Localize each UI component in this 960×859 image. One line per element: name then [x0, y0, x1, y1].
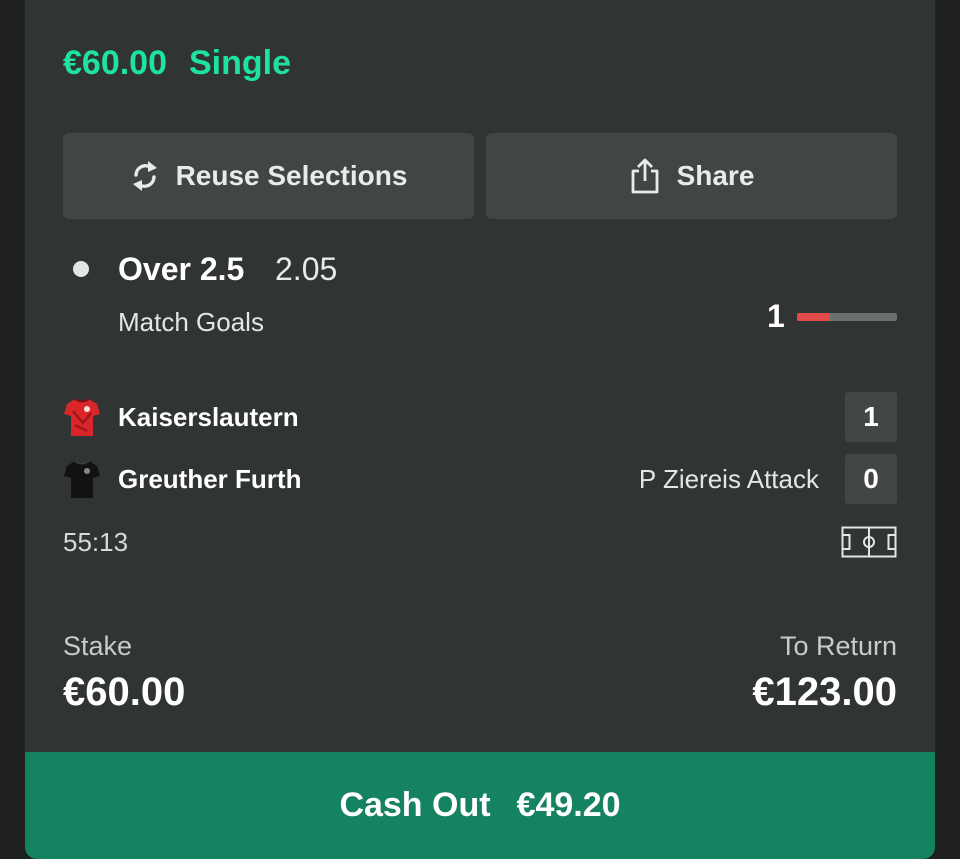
goals-progress-bar [797, 313, 897, 321]
stake-value: €60.00 [63, 670, 186, 714]
home-team-name: Kaiserslautern [118, 401, 299, 432]
away-team-row: Greuther Furth P Ziereis Attack 0 [63, 454, 897, 504]
refresh-icon [132, 161, 157, 191]
cash-out-value: €49.20 [516, 786, 621, 824]
bet-card: €60.00 Single Reuse Selections Share Ove… [25, 0, 935, 859]
bet-header: €60.00 Single [63, 44, 291, 83]
goals-count: 1 [767, 298, 785, 334]
match-clock: 55:13 [63, 527, 129, 557]
share-label: Share [676, 160, 755, 191]
home-score: 1 [845, 392, 897, 442]
to-return-label: To Return [779, 631, 897, 661]
away-team-event: P Ziereis Attack [638, 463, 819, 494]
away-team-name: Greuther Furth [118, 463, 302, 494]
to-return-value: €123.00 [752, 670, 897, 714]
reuse-selections-button[interactable]: Reuse Selections [63, 133, 474, 219]
selection-status-dot [73, 261, 89, 277]
selection-odds: 2.05 [275, 251, 338, 287]
bet-stake-header: €60.00 [63, 44, 167, 82]
reuse-selections-label: Reuse Selections [175, 160, 408, 191]
stake-label: Stake [63, 631, 133, 661]
selection-name: Over 2.5 [118, 251, 245, 287]
selection-market: Match Goals [118, 307, 264, 337]
cash-out-button[interactable]: Cash Out €49.20 [25, 752, 935, 859]
share-button[interactable]: Share [486, 133, 897, 219]
cash-out-label: Cash Out [339, 786, 491, 824]
goals-progress-fill [797, 313, 830, 321]
home-team-row: Kaiserslautern 1 [63, 392, 897, 442]
bet-type: Single [189, 44, 292, 82]
pitch-icon[interactable] [841, 526, 897, 558]
black-shirt-icon [64, 460, 100, 498]
share-icon [631, 158, 658, 194]
away-score: 0 [845, 454, 897, 504]
red-shirt-icon [64, 398, 100, 436]
